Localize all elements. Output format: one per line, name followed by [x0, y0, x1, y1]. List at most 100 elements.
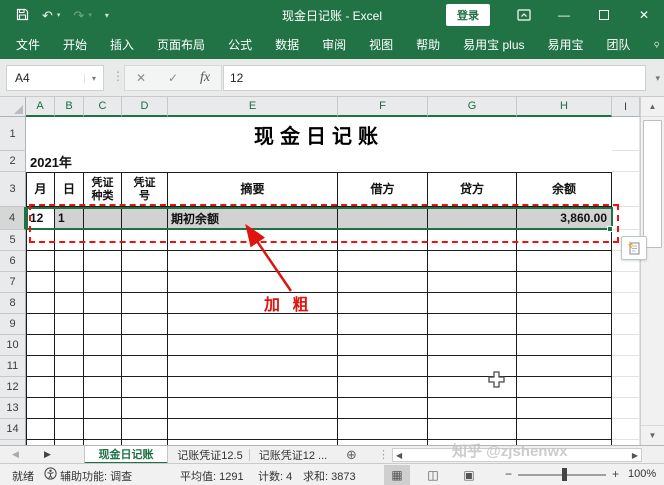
cell[interactable]	[26, 335, 55, 356]
sheet-tab-active[interactable]: 现金日记账	[84, 446, 168, 464]
ribbon-tab-yiyongbao-plus[interactable]: 易用宝 plus	[463, 36, 524, 53]
enter-icon[interactable]: ✓	[157, 71, 189, 85]
row-header[interactable]: 13	[0, 398, 26, 419]
cell[interactable]	[338, 293, 428, 314]
cell[interactable]	[122, 230, 168, 251]
row-header[interactable]: 6	[0, 251, 26, 272]
view-normal-button[interactable]: ▦	[384, 465, 410, 485]
zoom-out-button[interactable]: −	[505, 467, 512, 481]
column-header-b[interactable]: B	[55, 97, 84, 117]
cell[interactable]	[55, 419, 84, 440]
cell[interactable]	[26, 314, 55, 335]
fill-handle[interactable]	[607, 226, 613, 232]
name-box-dropdown-icon[interactable]: ▾	[84, 74, 103, 83]
cell[interactable]	[84, 377, 122, 398]
cell[interactable]	[84, 272, 122, 293]
cell[interactable]	[55, 272, 84, 293]
cell[interactable]	[26, 251, 55, 272]
cell[interactable]	[612, 293, 640, 314]
login-button[interactable]: 登录	[446, 4, 490, 26]
view-page-layout-button[interactable]: ◫	[420, 465, 446, 485]
cell[interactable]	[55, 230, 84, 251]
column-header-c[interactable]: C	[84, 97, 122, 117]
ribbon-tab-team[interactable]: 团队	[607, 36, 631, 53]
cell[interactable]	[122, 377, 168, 398]
header-cell-voucher-type[interactable]: 凭证 种类	[84, 172, 122, 207]
cell[interactable]	[84, 314, 122, 335]
insert-function-icon[interactable]: fx	[189, 70, 221, 86]
cell[interactable]	[55, 356, 84, 377]
ribbon-tab-data[interactable]: 数据	[275, 36, 299, 53]
ribbon-tab-page-layout[interactable]: 页面布局	[157, 36, 205, 53]
cell[interactable]	[612, 356, 640, 377]
cell[interactable]	[517, 293, 612, 314]
row-header[interactable]: 8	[0, 293, 26, 314]
header-cell-summary[interactable]: 摘要	[168, 172, 338, 207]
cell[interactable]	[338, 419, 428, 440]
cell[interactable]	[168, 335, 338, 356]
expand-formula-bar-icon[interactable]: ▾	[655, 73, 660, 84]
row-header[interactable]: 11	[0, 356, 26, 377]
view-page-break-button[interactable]: ▣	[456, 465, 482, 485]
cell[interactable]	[612, 117, 640, 151]
cell[interactable]	[338, 377, 428, 398]
sheet-nav-right-icon[interactable]: ▶	[44, 449, 51, 460]
cell[interactable]	[26, 398, 55, 419]
cell[interactable]	[612, 419, 640, 440]
cell[interactable]	[612, 377, 640, 398]
customize-qat-icon[interactable]: ▾	[105, 11, 109, 20]
cell-d4-voucher-no[interactable]	[122, 207, 168, 230]
column-header-d[interactable]: D	[122, 97, 168, 117]
row-header[interactable]: 12	[0, 377, 26, 398]
cell[interactable]	[55, 314, 84, 335]
ribbon-tab-formulas[interactable]: 公式	[228, 36, 252, 53]
cell[interactable]	[122, 314, 168, 335]
cell[interactable]	[26, 272, 55, 293]
cell[interactable]	[428, 419, 517, 440]
header-cell-voucher-no[interactable]: 凭证 号	[122, 172, 168, 207]
header-cell-debit[interactable]: 借方	[338, 172, 428, 207]
cell[interactable]	[517, 314, 612, 335]
cell[interactable]	[428, 335, 517, 356]
cell[interactable]	[168, 251, 338, 272]
cell[interactable]	[84, 251, 122, 272]
cell[interactable]	[517, 356, 612, 377]
cell[interactable]	[168, 377, 338, 398]
add-sheet-icon[interactable]: ⊕	[346, 447, 357, 463]
cell[interactable]	[338, 335, 428, 356]
row-header[interactable]: 14	[0, 419, 26, 440]
cell[interactable]	[26, 230, 55, 251]
cell[interactable]	[84, 398, 122, 419]
cell[interactable]	[338, 230, 428, 251]
cell[interactable]	[612, 207, 640, 230]
cell[interactable]	[612, 398, 640, 419]
row-header[interactable]: 5	[0, 230, 26, 251]
header-cell-day[interactable]: 日	[55, 172, 84, 207]
row-header-2[interactable]: 2	[0, 151, 26, 172]
year-cell[interactable]: 2021年	[26, 151, 612, 172]
cell-c4-voucher-type[interactable]	[84, 207, 122, 230]
cell[interactable]	[122, 356, 168, 377]
cell[interactable]	[55, 251, 84, 272]
scroll-up-icon[interactable]: ▲	[641, 97, 664, 117]
maximize-button[interactable]	[584, 0, 624, 30]
cell[interactable]	[122, 293, 168, 314]
cell[interactable]	[517, 272, 612, 293]
cell[interactable]	[122, 251, 168, 272]
cell[interactable]	[168, 293, 338, 314]
header-cell-credit[interactable]: 贷方	[428, 172, 517, 207]
cell[interactable]	[428, 314, 517, 335]
cell[interactable]	[517, 419, 612, 440]
cell[interactable]	[517, 335, 612, 356]
formula-input[interactable]: 12	[223, 65, 646, 91]
cell[interactable]	[517, 230, 612, 251]
ribbon-tab-review[interactable]: 审阅	[322, 36, 346, 53]
ribbon-tab-home[interactable]: 开始	[63, 36, 87, 53]
cell-f4-debit[interactable]	[338, 207, 428, 230]
cell[interactable]	[338, 272, 428, 293]
cell[interactable]	[168, 419, 338, 440]
zoom-level[interactable]: 100%	[628, 468, 656, 480]
undo-icon[interactable]: ↶	[42, 9, 53, 22]
column-header-e[interactable]: E	[168, 97, 338, 117]
cell[interactable]	[122, 335, 168, 356]
